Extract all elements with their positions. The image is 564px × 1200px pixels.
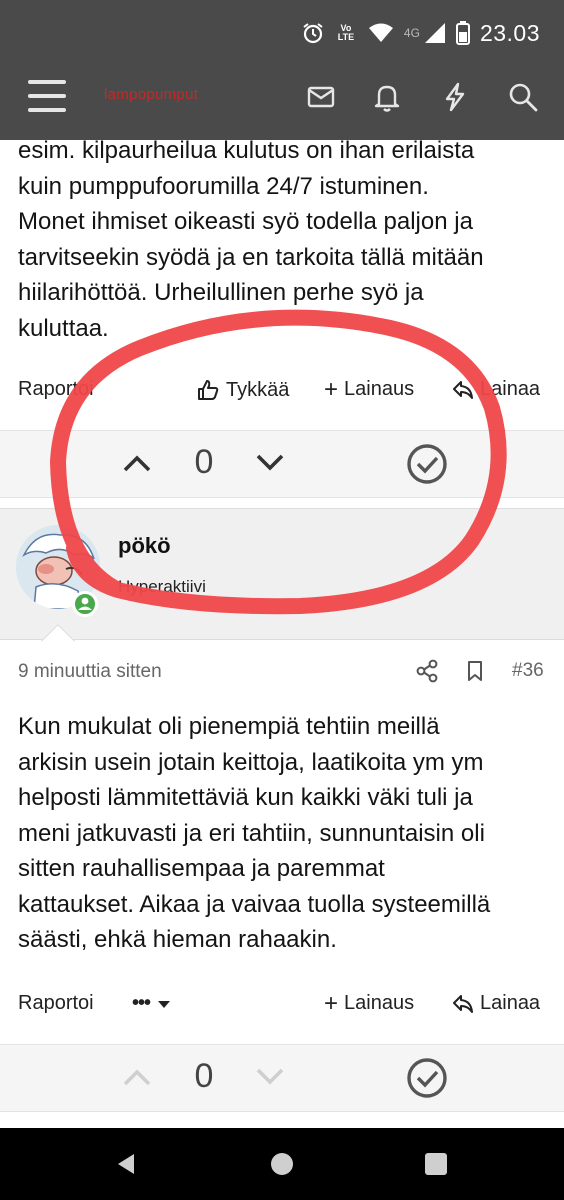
back-icon[interactable] <box>114 1152 138 1176</box>
post-meta: 9 minuuttia sitten #36 <box>0 652 564 692</box>
vote-up-icon[interactable] <box>122 1065 152 1089</box>
quote-button[interactable]: + Lainaus <box>324 375 415 403</box>
app-bar: Vo LTE 4G 23.03 lampopumput <box>0 0 564 140</box>
search-icon[interactable] <box>506 80 540 114</box>
reply-button[interactable]: Lainaa <box>452 378 540 401</box>
text-line: hiilarihöttöä. Urheilullinen perhe syö j… <box>18 279 424 306</box>
previous-post-vote-bar: 0 <box>0 430 564 498</box>
signal-icon <box>424 23 445 43</box>
post-author-block: pökö Hyperaktiivi <box>0 508 564 658</box>
vote-up-icon[interactable] <box>122 451 152 475</box>
recents-icon[interactable] <box>424 1152 448 1176</box>
thumbs-up-icon <box>198 380 219 400</box>
quote-label: Lainaus <box>344 378 415 400</box>
text-line: sitten rauhallisempaa ja paremmat <box>18 855 385 882</box>
like-label: Tykkää <box>226 378 290 401</box>
quote-label: Lainaus <box>344 992 415 1014</box>
text-line: kattaukset. Aikaa ja vaivaa tuolla syste… <box>18 890 491 918</box>
report-link[interactable]: Raportoi <box>18 378 94 401</box>
network-type: 4G <box>403 26 420 40</box>
solution-check-icon[interactable] <box>406 443 448 485</box>
text-line: esim. kilpaurheilua kulutus on ihan eril… <box>18 137 475 164</box>
quote-button[interactable]: + Lainaus <box>324 989 415 1017</box>
system-nav-bar <box>0 1128 564 1200</box>
report-link[interactable]: Raportoi <box>18 992 94 1015</box>
volte-indicator: Vo LTE <box>337 23 355 42</box>
like-button[interactable]: Tykkää <box>196 378 289 402</box>
inbox-icon[interactable] <box>304 80 338 114</box>
post-number[interactable]: #36 <box>512 660 544 682</box>
report-label: Raportoi <box>18 378 94 400</box>
vote-score: 0 <box>194 1057 214 1095</box>
post-text: Kun mukulat oli pienempiä tehtiin meillä… <box>18 709 548 958</box>
text-line: arkisin usein jotain keittoja, laatikoit… <box>18 748 484 776</box>
online-status-icon <box>72 591 98 617</box>
text-line: meni jatkuvasti ja eri tahtiin, sunnunta… <box>18 819 485 847</box>
lightning-icon[interactable] <box>438 80 472 114</box>
menu-icon[interactable] <box>28 80 66 112</box>
more-menu-button[interactable]: ••• <box>132 992 172 1015</box>
status-bar: Vo LTE 4G 23.03 <box>302 18 540 48</box>
author-role: Hyperaktiivi <box>118 577 206 596</box>
reply-button[interactable]: Lainaa <box>452 992 540 1015</box>
reply-label: Lainaa <box>480 992 541 1014</box>
previous-post-actions: Raportoi Tykkää + Lainaus Lainaa <box>0 370 564 410</box>
post-actions: Raportoi ••• + Lainaus Lainaa <box>0 984 564 1024</box>
vote-down-icon[interactable] <box>255 1065 285 1089</box>
text-line: säästi, ehkä hieman rahaakin. <box>18 926 337 953</box>
vote-down-icon[interactable] <box>255 451 285 475</box>
reply-icon <box>453 380 473 399</box>
text-line: tarvitseekin syödä ja en tarkoita tällä … <box>18 243 484 271</box>
battery-icon <box>455 21 470 45</box>
post-time[interactable]: 9 minuuttia sitten <box>18 661 162 683</box>
site-title[interactable]: lampopumput <box>104 86 198 103</box>
text-line: helposti lämmitettäviä kun kaikki väki t… <box>18 784 473 811</box>
reply-label: Lainaa <box>480 378 541 400</box>
previous-post-text: esim. kilpaurheilua kulutus on ihan eril… <box>18 133 548 346</box>
wifi-icon <box>368 23 393 42</box>
status-time: 23.03 <box>479 19 540 46</box>
more-dots: ••• <box>132 992 151 1014</box>
text-line: kuluttaa. <box>18 314 109 342</box>
bell-icon[interactable] <box>370 80 404 114</box>
text-line: kuin pumppufoorumilla 24/7 istuminen. <box>18 172 429 200</box>
text-line: Kun mukulat oli pienempiä tehtiin meillä <box>18 713 440 740</box>
share-icon[interactable] <box>414 658 440 684</box>
alarm-icon <box>303 23 323 44</box>
post-vote-bar: 0 <box>0 1044 564 1112</box>
nav-row: lampopumput <box>0 70 564 124</box>
report-label: Raportoi <box>18 992 94 1014</box>
author-name[interactable]: pökö <box>118 533 171 559</box>
plus-icon: + <box>324 375 339 403</box>
home-icon[interactable] <box>270 1152 294 1176</box>
bookmark-icon[interactable] <box>462 658 488 684</box>
solution-check-icon[interactable] <box>406 1057 448 1099</box>
text-line: Monet ihmiset oikeasti syö todella paljo… <box>18 208 473 235</box>
caret-down-icon <box>158 1000 171 1008</box>
vote-score: 0 <box>194 443 214 481</box>
plus-icon: + <box>324 989 339 1017</box>
reply-icon <box>453 994 473 1013</box>
